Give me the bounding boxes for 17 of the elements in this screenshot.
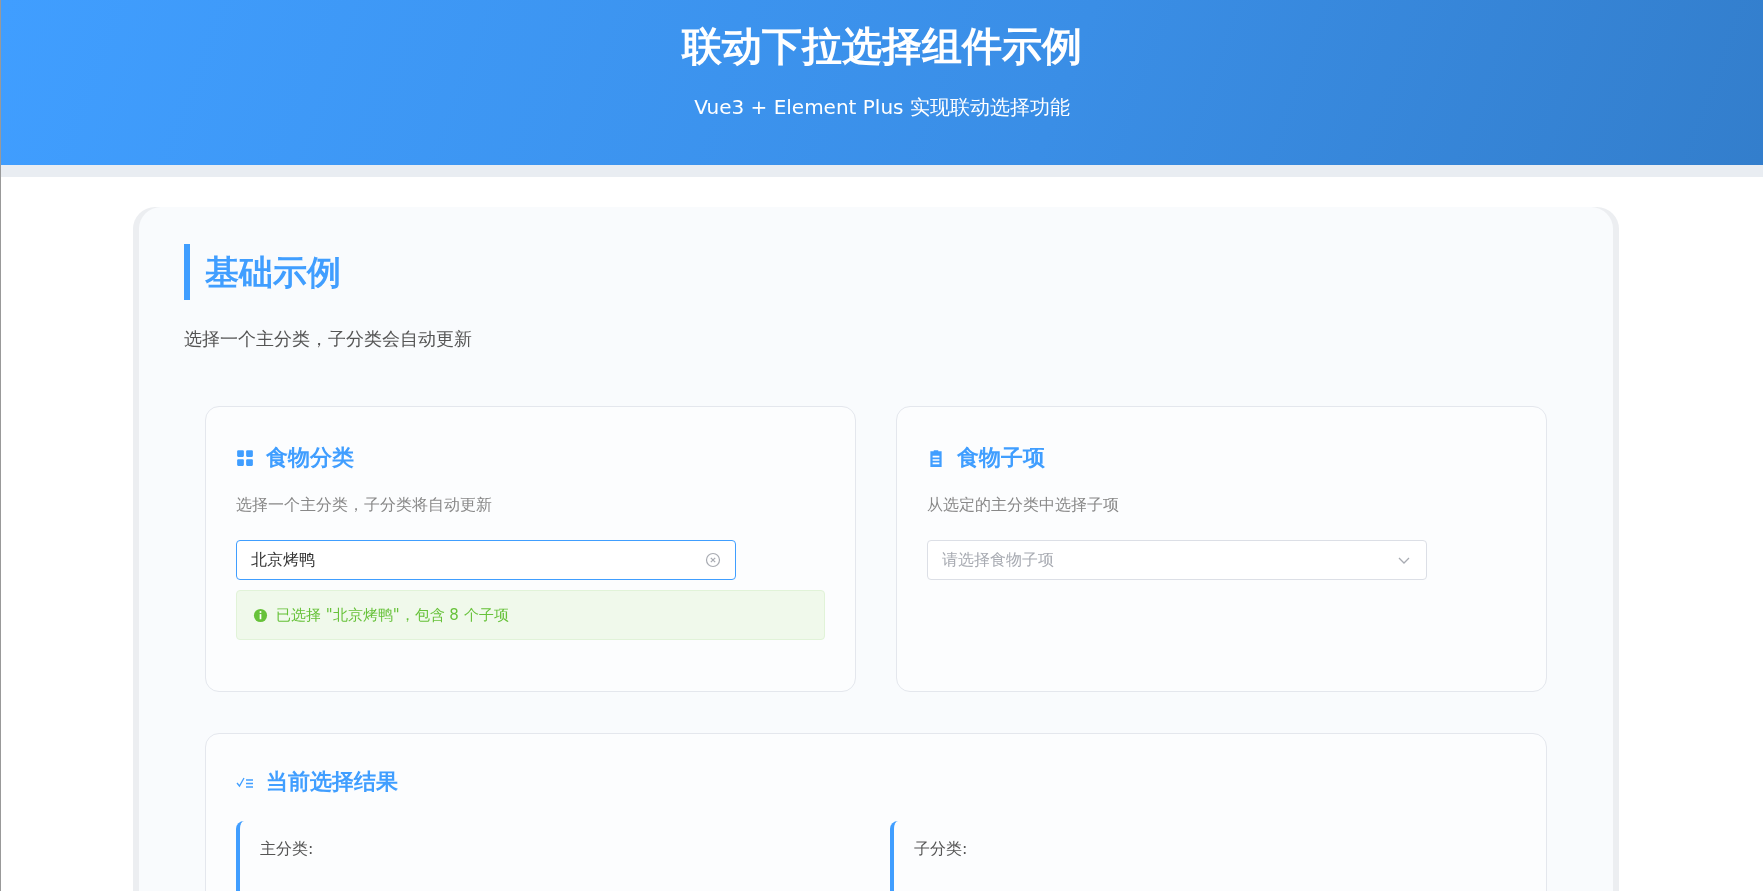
info-icon <box>253 607 268 623</box>
result-label: 主分类: <box>260 839 315 860</box>
card-title: 食物子项 <box>957 444 1045 472</box>
card-title: 食物分类 <box>266 444 354 472</box>
alert-text: 已选择 "北京烤鸭"，包含 8 个子项 <box>276 605 509 625</box>
section-description: 选择一个主分类，子分类会自动更新 <box>184 327 473 351</box>
result-label: 子分类: <box>914 839 969 860</box>
page-title: 联动下拉选择组件示例 <box>680 22 1083 71</box>
grid-icon <box>236 449 254 467</box>
card-title: 当前选择结果 <box>266 768 398 796</box>
clipboard-icon <box>927 449 945 467</box>
card-hint: 从选定的主分类中选择子项 <box>927 495 1120 516</box>
clear-icon[interactable] <box>705 552 721 568</box>
page-subtitle: Vue3 + Element Plus 实现联动选择功能 <box>693 94 1071 121</box>
select-field[interactable]: 北京烤鸭 <box>236 540 736 580</box>
section-title: 基础示例 <box>184 244 1568 300</box>
card-hint: 选择一个主分类，子分类将自动更新 <box>236 495 493 516</box>
